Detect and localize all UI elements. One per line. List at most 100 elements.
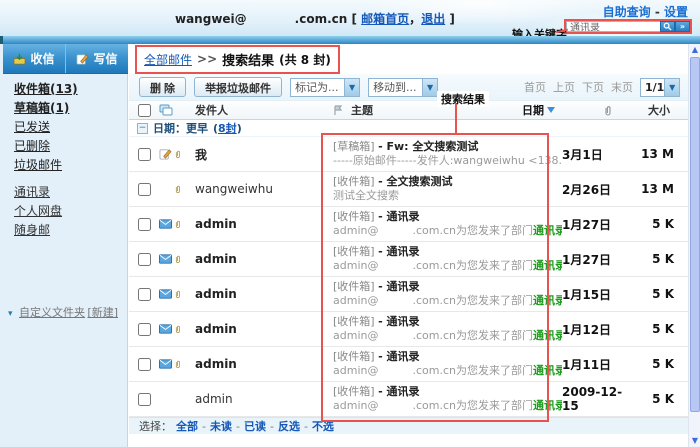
scroll-up-icon[interactable]: ▲	[689, 44, 700, 56]
mailbox-home-link[interactable]: 邮箱首页	[361, 12, 409, 26]
delete-button[interactable]: 删 除	[139, 77, 186, 97]
page-select[interactable]: 1/1 ▼	[640, 78, 680, 97]
page-title: 搜索结果	[222, 50, 274, 69]
folder-tag: [收件箱]	[333, 350, 375, 363]
first-page-link[interactable]: 首页	[524, 79, 546, 95]
next-page-link[interactable]: 下页	[582, 79, 604, 95]
select-all-link[interactable]: 全部	[176, 418, 198, 434]
mail-row[interactable]: admin [收件箱] - 通讯录 admin@.com.cn为您发来了部门通讯…	[129, 347, 688, 382]
row-checkbox[interactable]	[138, 358, 151, 371]
size: 5 K	[636, 217, 688, 231]
logout-link[interactable]: 退出	[421, 12, 445, 26]
row-checkbox[interactable]	[138, 253, 151, 266]
contacts-green-text: 通讯录	[533, 399, 562, 412]
sidebar-item-drafts[interactable]: 草稿箱(1)	[14, 103, 124, 114]
folder-tag: [草稿箱]	[333, 140, 375, 153]
row-checkbox[interactable]	[138, 288, 151, 301]
settings-link[interactable]: 设置	[664, 5, 688, 19]
sidebar-item-inbox[interactable]: 收件箱(13)	[14, 84, 124, 95]
subject-cell[interactable]: [收件箱] - 通讯录 admin@.com.cn为您发来了部门通讯录...	[333, 280, 562, 308]
mail-row[interactable]: admin [收件箱] - 通讯录 admin@.com.cn为您发来了部门通讯…	[129, 277, 688, 312]
prev-page-link[interactable]: 上页	[553, 79, 575, 95]
search-input[interactable]	[566, 21, 660, 32]
subject-cell[interactable]: [收件箱] - 通讯录 admin@.com.cn为您发来了部门通讯录...	[333, 385, 562, 413]
select-unread-link[interactable]: 未读	[210, 418, 232, 434]
scrollbar-thumb[interactable]	[690, 57, 700, 412]
compose-mail-button[interactable]: 写信	[65, 44, 128, 73]
mail-row[interactable]: admin [收件箱] - 通讯录 admin@.com.cn为您发来了部门通讯…	[129, 312, 688, 347]
all-mail-link[interactable]: 全部邮件	[144, 51, 192, 68]
scroll-down-icon[interactable]: ▼	[689, 435, 700, 447]
custom-folders-link[interactable]: 自定义文件夹	[19, 306, 85, 319]
sidebar-item-netdisk[interactable]: 个人网盘	[14, 206, 124, 217]
select-read-link[interactable]: 已读	[244, 418, 266, 434]
collapse-group-icon[interactable]: −	[137, 123, 148, 134]
sender[interactable]: admin	[195, 392, 333, 406]
sender[interactable]: admin	[195, 287, 333, 301]
group-count-link[interactable]: 8封	[218, 122, 237, 135]
sidebar-item-mobilemail[interactable]: 随身邮	[14, 225, 124, 236]
sidebar-item-contacts[interactable]: 通讯录	[14, 187, 124, 198]
mail-row[interactable]: admin [收件箱] - 通讯录 admin@.com.cn为您发来了部门通讯…	[129, 207, 688, 242]
date-column-header[interactable]: 日期	[522, 102, 596, 118]
subject-cell[interactable]: [收件箱] - 通讯录 admin@.com.cn为您发来了部门通讯录...	[333, 210, 562, 238]
subject-cell[interactable]: [收件箱] - 通讯录 admin@.com.cn为您发来了部门通讯录...	[333, 350, 562, 378]
search-button[interactable]	[660, 21, 675, 32]
preview-text: admin@.com.cn为您发来了部门通讯录...	[333, 364, 562, 378]
table-header: 发件人 主题 日期 大小	[129, 100, 688, 120]
sidebar-item-sent[interactable]: 已发送	[14, 122, 124, 133]
last-page-link[interactable]: 末页	[611, 79, 633, 95]
mark-as-select[interactable]: 标记为... ▼	[290, 78, 360, 97]
self-service-link[interactable]: 自助查询	[603, 5, 651, 19]
subject-cell[interactable]: [收件箱] - 通讯录 admin@.com.cn为您发来了部门通讯录...	[333, 245, 562, 273]
row-checkbox[interactable]	[138, 323, 151, 336]
thread-icon[interactable]	[159, 104, 173, 116]
subject-cell[interactable]: [收件箱] - 通讯录 admin@.com.cn为您发来了部门通讯录...	[333, 315, 562, 343]
subject-cell[interactable]: [草稿箱] - Fw: 全文搜索测试 -----原始邮件-----发件人:wan…	[333, 140, 562, 168]
row-checkbox[interactable]	[138, 148, 151, 161]
select-none-link[interactable]: 不选	[312, 418, 334, 434]
chevron-down-icon: ▼	[422, 79, 437, 96]
sidebar-item-deleted[interactable]: 已删除	[14, 141, 124, 152]
move-to-value: 移动到...	[369, 79, 422, 95]
mail-row[interactable]: wangweiwhu [收件箱] - 全文搜索测试 测试全文搜索 2月26日 1…	[129, 172, 688, 207]
sidebar-item-spam[interactable]: 垃圾邮件	[14, 160, 124, 171]
new-folder-link[interactable]: [新建]	[87, 304, 118, 320]
account-user: wangwei@	[175, 12, 247, 26]
move-to-select[interactable]: 移动到... ▼	[368, 78, 438, 97]
sender[interactable]: wangweiwhu	[195, 182, 333, 196]
vertical-scrollbar[interactable]: ▲ ▼	[688, 44, 700, 447]
row-checkbox[interactable]	[138, 393, 151, 406]
mail-row[interactable]: 我 [草稿箱] - Fw: 全文搜索测试 -----原始邮件-----发件人:w…	[129, 137, 688, 172]
search-advanced-button[interactable]: »	[675, 21, 690, 32]
sender[interactable]: admin	[195, 322, 333, 336]
row-checkbox[interactable]	[138, 218, 151, 231]
group-label: 日期：更早	[153, 120, 208, 136]
report-spam-button[interactable]: 举报垃圾邮件	[194, 77, 282, 97]
envelope-icon	[159, 289, 172, 299]
size-column-header[interactable]	[596, 104, 648, 117]
select-invert-link[interactable]: 反选	[278, 418, 300, 434]
size: 5 K	[636, 392, 688, 406]
sender[interactable]: 我	[195, 146, 333, 163]
sender-column-header[interactable]: 发件人	[195, 102, 333, 118]
mail-row[interactable]: admin [收件箱] - 通讯录 admin@.com.cn为您发来了部门通讯…	[129, 382, 688, 417]
chevron-down-icon: ▼	[344, 79, 359, 96]
mark-as-value: 标记为...	[291, 79, 344, 95]
date: 2月26日	[562, 181, 636, 198]
row-checkbox[interactable]	[138, 183, 151, 196]
breadcrumb-annotated-box: 全部邮件 >> 搜索结果 (共 8 封)	[135, 45, 340, 74]
mail-row[interactable]: admin [收件箱] - 通讯录 admin@.com.cn为您发来了部门通讯…	[129, 242, 688, 277]
preview-text: admin@.com.cn为您发来了部门通讯录...	[333, 329, 562, 343]
select-all-checkbox[interactable]	[138, 104, 151, 117]
sender[interactable]: admin	[195, 252, 333, 266]
receive-mail-button[interactable]: 收信	[3, 44, 65, 73]
flag-icon[interactable]	[333, 105, 343, 116]
chevron-down-icon[interactable]: ▾	[8, 309, 13, 319]
sender[interactable]: admin	[195, 357, 333, 371]
attachment-icon	[174, 219, 181, 230]
size-header-label[interactable]: 大小	[648, 102, 688, 118]
subject-cell[interactable]: [收件箱] - 全文搜索测试 测试全文搜索	[333, 175, 562, 203]
sender[interactable]: admin	[195, 217, 333, 231]
date: 1月15日	[562, 286, 636, 303]
